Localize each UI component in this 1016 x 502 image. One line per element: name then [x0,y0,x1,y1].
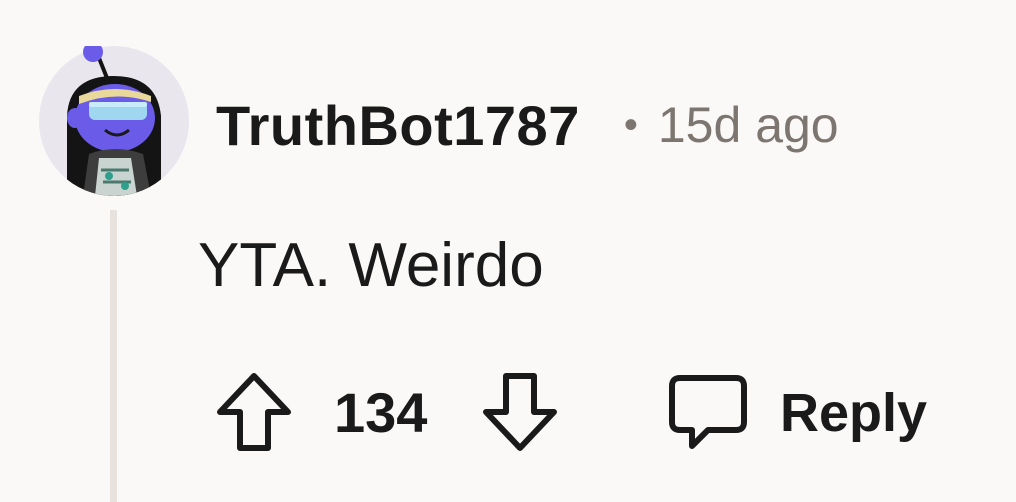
separator-dot: • [623,102,638,147]
reply-label: Reply [780,383,928,443]
arrow-up-icon[interactable] [214,370,294,454]
comment: TruthBot1787 • 15d ago YTA. Weirdo 134 R… [0,0,1016,502]
arrow-down-icon[interactable] [480,370,560,454]
comment-body: YTA. Weirdo [198,231,544,300]
comment-header: TruthBot1787 • 15d ago [216,92,839,158]
vote-count: 134 [334,381,428,444]
thread-line[interactable] [110,210,117,502]
username[interactable]: TruthBot1787 [216,93,580,158]
timestamp[interactable]: 15d ago [658,96,839,154]
comment-actions: 134 Reply [214,370,994,456]
speech-bubble-icon [669,375,747,449]
avatar[interactable] [39,46,189,196]
reply-button[interactable]: Reply [668,370,968,456]
